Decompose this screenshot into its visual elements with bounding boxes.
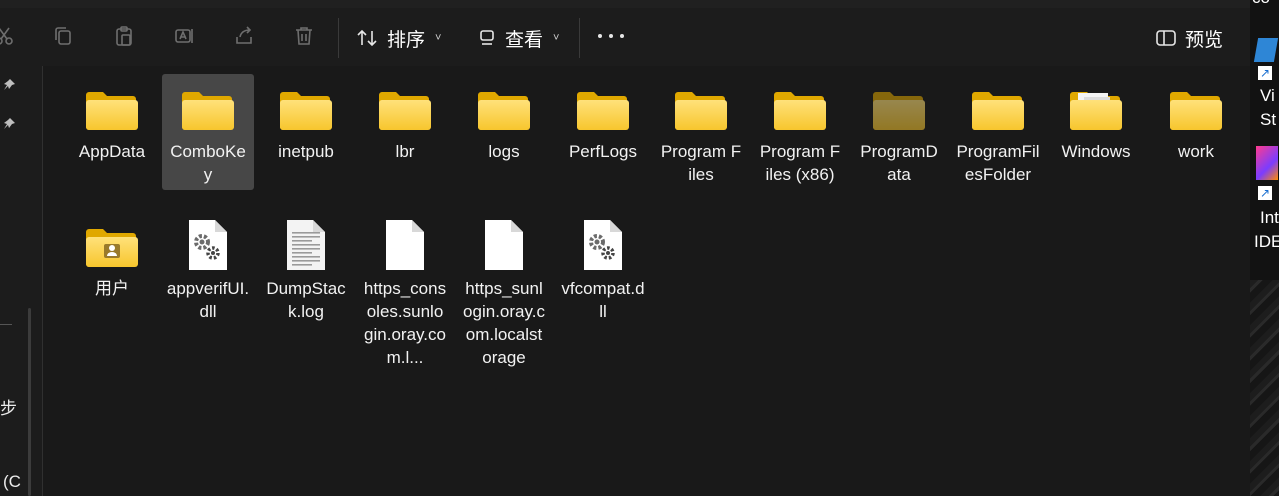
nav-scrollbar[interactable] [28, 308, 31, 496]
file-item-label: https_consoles.sunlogin.oray.com.l... [363, 279, 447, 367]
desktop-label[interactable]: Vi [1260, 86, 1275, 106]
folder-with-docs-icon [1068, 80, 1124, 136]
more-options-button[interactable] [598, 26, 624, 46]
file-item[interactable]: Windows [1050, 74, 1142, 167]
file-item-label: DumpStack.log [266, 279, 346, 321]
folder-icon [476, 80, 532, 136]
title-bar-strip [0, 0, 1250, 8]
file-item-label: appverifUI.dll [166, 279, 250, 321]
paste-icon[interactable] [106, 18, 142, 54]
intellij-idea-icon[interactable] [1256, 146, 1278, 180]
dll-file-icon [575, 217, 631, 273]
wallpaper-pattern [1250, 280, 1279, 496]
file-item[interactable]: vfcompat.dll [557, 211, 649, 327]
file-item[interactable]: Program Files (x86) [754, 74, 846, 190]
file-item-label: vfcompat.dll [561, 279, 645, 321]
file-item-label: 用户 [95, 279, 129, 298]
view-icon [480, 30, 494, 45]
file-item-label: logs [488, 142, 520, 161]
file-item[interactable]: DumpStack.log [260, 211, 352, 327]
file-item-label: inetpub [278, 142, 334, 161]
desktop-label[interactable]: Int [1260, 208, 1279, 228]
file-item[interactable]: 用户 [66, 211, 158, 304]
navigation-pane: 步 (C [0, 66, 43, 496]
pin-icon[interactable] [2, 78, 16, 92]
nav-item-label[interactable]: 步 [0, 394, 17, 419]
more-dot-icon [620, 34, 624, 38]
file-item[interactable]: https_consoles.sunlogin.oray.com.l... [359, 211, 451, 373]
file-item[interactable]: https_sunlogin.oray.com.localstorage [458, 211, 550, 373]
file-item[interactable]: lbr [359, 74, 451, 167]
file-item-label: Program Files [660, 142, 742, 184]
file-item-label: ComboKey [170, 142, 246, 184]
toolbar-separator [579, 18, 580, 58]
folder-icon [673, 80, 729, 136]
folder-icon [377, 80, 433, 136]
folder-icon [1168, 80, 1224, 136]
visual-studio-icon[interactable] [1253, 38, 1279, 62]
folder-icon [278, 80, 334, 136]
file-item[interactable]: ProgramData [853, 74, 945, 190]
folder-icon [180, 80, 236, 136]
shortcut-arrow-icon: ↗ [1258, 186, 1272, 200]
more-dot-icon [609, 34, 613, 38]
file-item-label: ProgramFilesFolder [956, 142, 1040, 184]
sort-button[interactable]: 排序 ˅ [357, 22, 441, 54]
file-item-label: Program Files (x86) [759, 142, 841, 184]
cut-icon[interactable] [0, 18, 22, 54]
user-folder-icon [84, 217, 140, 273]
desktop-label: co [1252, 0, 1270, 8]
dll-file-icon [180, 217, 236, 273]
file-item[interactable]: ProgramFilesFolder [952, 74, 1044, 190]
text-file-icon [278, 217, 334, 273]
blank-file-icon [476, 217, 532, 273]
file-item[interactable]: inetpub [260, 74, 352, 167]
file-item-label: lbr [395, 142, 415, 161]
hidden-folder-icon [871, 80, 927, 136]
chevron-down-icon: ˅ [435, 32, 442, 44]
folder-icon [970, 80, 1026, 136]
share-icon[interactable] [226, 18, 262, 54]
pin-icon[interactable] [2, 117, 16, 131]
more-dot-icon [598, 34, 602, 38]
toolbar-separator [338, 18, 339, 58]
file-item-label: Windows [1061, 142, 1131, 161]
blank-file-icon [377, 217, 433, 273]
file-item-label: PerfLogs [568, 142, 638, 161]
folder-icon [575, 80, 631, 136]
desktop-label[interactable]: IDE [1254, 232, 1279, 252]
file-item-label: https_sunlogin.oray.com.localstorage [463, 279, 545, 367]
folder-icon [84, 80, 140, 136]
desktop-label[interactable]: St [1260, 110, 1276, 130]
file-item[interactable]: AppData [66, 74, 158, 167]
file-item[interactable]: ComboKey [162, 74, 254, 190]
file-item[interactable]: Program Files [655, 74, 747, 190]
rename-icon[interactable] [166, 18, 202, 54]
delete-icon[interactable] [286, 18, 322, 54]
sort-label: 排序 [387, 29, 426, 51]
file-item-label: work [1178, 142, 1214, 161]
preview-pane-button[interactable]: 预览 [1155, 22, 1223, 54]
file-item[interactable]: work [1150, 74, 1242, 167]
file-item-label: AppData [78, 142, 146, 161]
file-item-label: ProgramData [860, 142, 938, 184]
command-bar: 排序 ˅ 查看 ˅ 预览 [0, 8, 1250, 67]
folder-icon [772, 80, 828, 136]
file-item[interactable]: logs [458, 74, 550, 167]
shortcut-arrow-icon: ↗ [1258, 66, 1272, 80]
view-label: 查看 [505, 29, 544, 51]
chevron-down-icon: ˅ [553, 32, 560, 44]
nav-item-label[interactable]: (C [3, 472, 21, 492]
desktop-background: co ↗ Vi St ↗ Int IDE [1250, 0, 1279, 496]
sort-icon [357, 29, 377, 47]
file-item[interactable]: PerfLogs [557, 74, 649, 167]
file-item[interactable]: appverifUI.dll [162, 211, 254, 327]
preview-label: 预览 [1185, 29, 1224, 51]
copy-icon[interactable] [45, 18, 81, 54]
preview-pane-icon [1156, 30, 1176, 46]
nav-divider [0, 324, 12, 325]
file-list: AppData ComboKey inetpub lbr logs PerfLogs Pro… [43, 66, 1250, 496]
view-button[interactable]: 查看 ˅ [477, 22, 559, 54]
